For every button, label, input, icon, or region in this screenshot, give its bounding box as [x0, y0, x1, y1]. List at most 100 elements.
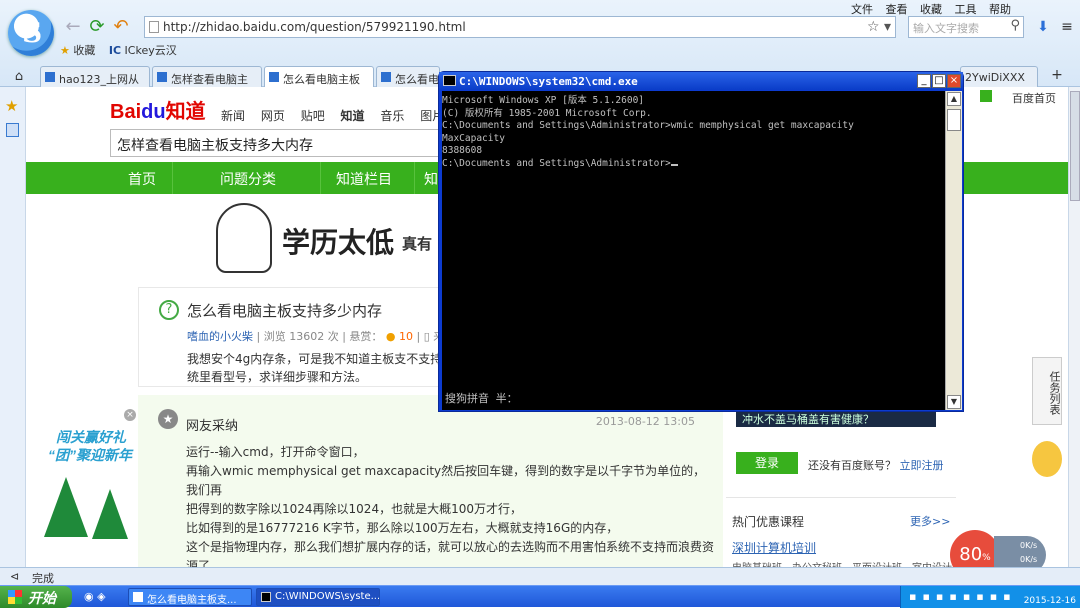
answer-card: ★ 网友采纳 2013-08-12 13:05 运行--输入cmd，打开命令窗口… — [138, 395, 723, 567]
nav-categories[interactable]: 问题分类 — [220, 169, 276, 189]
left-sidebar: ★ — [0, 87, 26, 567]
address-bar[interactable]: http://zhidao.baidu.com/question/5799211… — [144, 16, 896, 38]
nav-columns[interactable]: 知道栏目 — [336, 169, 392, 189]
login-button[interactable]: 登录 — [736, 452, 798, 474]
cartoon-girl-icon — [216, 203, 272, 273]
favorite-ickey[interactable]: ICkey云汉 — [125, 44, 177, 57]
christmas-tree-icon — [92, 489, 128, 539]
scroll-thumb[interactable] — [947, 109, 961, 131]
text-cursor — [670, 163, 678, 166]
promo-ad[interactable]: × 闯关赢好礼 “团”聚迎新年 — [26, 407, 138, 567]
answer-date: 2013-08-12 13:05 — [595, 415, 695, 428]
cmd-window[interactable]: C:\WINDOWS\system32\cmd.exe _ □ × Micros… — [438, 71, 964, 412]
register-link[interactable]: 立即注册 — [900, 459, 944, 472]
question-title: 怎么看电脑主板支持多少内存 — [187, 302, 383, 320]
menu-view[interactable]: 查看 — [886, 3, 908, 16]
scroll-up-icon[interactable]: ▲ — [947, 92, 961, 106]
coin-icon: ● — [385, 330, 396, 343]
tab-question-3[interactable]: 怎么看电脑主 — [376, 66, 440, 87]
tab-question-2[interactable]: 怎么看电脑主板 — [264, 66, 374, 87]
browser-logo-icon[interactable]: S — [8, 10, 54, 56]
menu-tools[interactable]: 工具 — [955, 3, 977, 16]
nav-music[interactable]: 音乐 — [380, 109, 404, 123]
baidu-zhidao-logo[interactable]: Baidu知道 — [110, 95, 206, 124]
cmd-titlebar[interactable]: C:\WINDOWS\system32\cmd.exe — [439, 72, 963, 90]
cmd-icon — [443, 75, 456, 86]
menu-favorites[interactable]: 收藏 — [920, 3, 942, 16]
question-views: 浏览 13602 次 — [263, 330, 339, 343]
banner-ad[interactable]: 学历太低 真有 — [166, 197, 466, 279]
search-input[interactable]: 输入文字搜索 ⚲ — [908, 16, 1024, 38]
page-scrollbar[interactable] — [1068, 87, 1080, 567]
menu-help[interactable]: 帮助 — [989, 3, 1011, 16]
nav-news[interactable]: 新闻 — [221, 109, 245, 123]
answer-body: 运行--输入cmd，打开命令窗口， 再输入wmic memphysical ge… — [186, 443, 716, 567]
hamburger-menu-icon[interactable]: ≡ — [1056, 16, 1078, 38]
christmas-tree-icon — [44, 477, 88, 537]
baidu-home-link[interactable]: 百度首页 — [1012, 90, 1056, 106]
medal-icon: ★ — [158, 403, 178, 429]
nav-web[interactable]: 网页 — [261, 109, 285, 123]
cmd-scrollbar[interactable]: ▲ ▼ — [945, 91, 962, 410]
home-icon[interactable]: ⌂ — [8, 66, 30, 88]
star-icon: ★ — [60, 44, 70, 57]
console-line: (C) 版权所有 1985-2001 Microsoft Corp. — [442, 107, 652, 119]
nav-more[interactable]: 知 — [424, 169, 438, 189]
nav-home[interactable]: 首页 — [128, 169, 156, 189]
reward-value: 10 — [399, 330, 414, 343]
login-question: 还没有百度账号？ — [808, 459, 896, 472]
maximize-button[interactable]: □ — [932, 74, 946, 88]
download-icon[interactable]: ⬇ — [1032, 16, 1054, 38]
history-icon[interactable] — [6, 123, 19, 137]
clock-date[interactable]: 2015-12-16 — [1024, 596, 1076, 606]
nav-zhidao[interactable]: 知道 — [341, 109, 365, 123]
promo-line2: “团”聚迎新年 — [48, 447, 132, 463]
nav-tieba[interactable]: 贴吧 — [301, 109, 325, 123]
favorites-star-icon[interactable]: ★ — [5, 97, 18, 115]
taskbar-item-browser[interactable]: 怎么看电脑主板支... — [128, 588, 252, 606]
taskbar-item-cmd[interactable]: C:\WINDOWS\syste... — [256, 588, 380, 606]
back-arrow-icon[interactable]: ← — [62, 16, 84, 38]
memory-percent: 80 — [959, 544, 983, 565]
menu-file[interactable]: 文件 — [851, 3, 873, 16]
search-icon[interactable]: ⚲ — [1010, 18, 1020, 33]
status-nav-icon[interactable]: ⊲ — [10, 570, 19, 583]
task-list-button[interactable]: 任务列表 — [1032, 357, 1062, 425]
answer-line: 再输入wmic memphysical get maxcapacity然后按回车… — [186, 464, 706, 497]
minimize-button[interactable]: _ — [917, 74, 931, 88]
logo-zhidao: 知道 — [165, 101, 206, 123]
phone-icon: ▯ — [423, 330, 430, 343]
question-user[interactable]: 嗜血的小火柴 — [187, 330, 253, 343]
quicklaunch-icon[interactable]: ◉ ◈ — [84, 590, 106, 603]
undo-icon[interactable]: ↶ — [110, 16, 132, 38]
close-button[interactable]: × — [947, 74, 961, 88]
answer-line: 比如得到的是16777216 K字节，那么除以100万左右，大概就支持16G的内… — [186, 521, 619, 535]
cmd-console[interactable]: Microsoft Windows XP [版本 5.1.2600] (C) 版权… — [442, 91, 945, 410]
more-link[interactable]: 更多>> — [910, 513, 950, 529]
console-prompt: C:\Documents and Settings\Administrator> — [442, 157, 671, 169]
tab-hao123[interactable]: hao123_上网从 — [40, 66, 150, 87]
page-icon — [149, 21, 159, 33]
new-tab-icon[interactable]: + — [1046, 64, 1068, 86]
refresh-icon[interactable]: ⟳ — [86, 16, 108, 38]
start-button[interactable]: 开始 — [0, 586, 72, 608]
answer-line: 把得到的数字除以1024再除以1024，也就是大概100万才行， — [186, 502, 522, 516]
scroll-down-icon[interactable]: ▼ — [947, 395, 961, 409]
close-icon[interactable]: × — [124, 409, 136, 421]
console-line: MaxCapacity — [442, 132, 505, 144]
tab-other[interactable]: 2YwiDiXXX — [960, 66, 1038, 87]
mascot-icon[interactable] — [1032, 441, 1062, 477]
url-text: http://zhidao.baidu.com/question/5799211… — [163, 20, 466, 34]
system-tray: ▪▪▪▪▪▪▪▪ 2015-12-16 — [900, 586, 1080, 608]
search-placeholder: 输入文字搜索 — [913, 22, 979, 35]
course-link[interactable]: 深圳计算机培训 — [732, 539, 816, 556]
tab-question-1[interactable]: 怎样查看电脑主 — [152, 66, 262, 87]
tray-icons[interactable]: ▪▪▪▪▪▪▪▪ — [909, 590, 1017, 603]
question-meta: 嗜血的小火柴 | 浏览 13602 次 | 悬赏： ● 10 | ▯ 来自 — [187, 328, 455, 344]
download-speed: 0K/s — [1020, 555, 1038, 564]
answer-author: 网友采纳 — [186, 419, 239, 434]
favorites-button[interactable]: 收藏 — [73, 44, 95, 57]
favorite-star-icon[interactable]: ☆ ▾ — [867, 19, 891, 35]
answer-line: 这个是指物理内存，那么我们想扩展内存的话，就可以放心的去选购而不用害怕系统不支持… — [186, 540, 715, 554]
status-text: 完成 — [32, 572, 54, 585]
